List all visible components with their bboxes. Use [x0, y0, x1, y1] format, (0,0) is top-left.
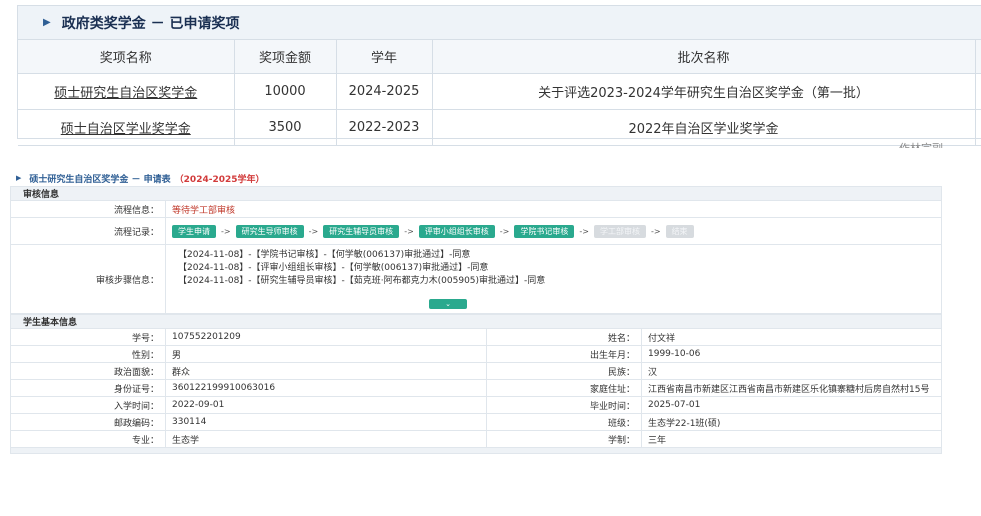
col-header-extra — [974, 40, 981, 74]
award-amount: 10000 — [233, 73, 337, 110]
flow-step: 学生申请 — [172, 224, 216, 238]
flow-info-label: 流程信息： — [11, 201, 166, 217]
corner-text: 作林宗副 — [899, 142, 959, 148]
student-field-value: 付文祥 — [648, 333, 676, 344]
student-field-label: 身份证号： — [11, 380, 166, 396]
student-field-label: 入学时间： — [11, 397, 166, 413]
award-name-cell: 硕士自治区学业奖学金 — [18, 109, 235, 146]
student-field-label: 专业： — [11, 431, 166, 447]
student-field-value: 生态学22-1班(硕) — [648, 418, 721, 429]
student-field-value: 男 — [166, 346, 487, 362]
flow-step: 学工部审核 — [593, 224, 646, 238]
awards-panel-title: 政府类奖学金 － 已申请奖项 — [61, 15, 240, 32]
form-title: 硕士研究生自治区奖学金 － 申请表 — [29, 174, 171, 185]
student-info-row: 邮政编码： 330114 班级： 生态学22-1班(硕) — [10, 414, 942, 431]
flow-arrow: -> — [221, 226, 231, 236]
award-extra — [974, 109, 981, 146]
table-row: 硕士研究生自治区奖学金 10000 2024-2025 关于评选2023-202… — [18, 73, 981, 110]
col-header-batch: 批次名称 — [431, 40, 976, 74]
award-name-link[interactable]: 硕士研究生自治区奖学金 — [54, 86, 197, 101]
review-steps-value: 【2024-11-08】-【学院书记审核】-【何学敏(006137)审批通过】-… — [166, 245, 941, 313]
student-field-label: 家庭住址： — [487, 380, 642, 396]
student-field-label: 学号： — [11, 329, 166, 345]
student-field-value: 生态学 — [166, 431, 487, 447]
award-amount: 3500 — [233, 109, 337, 146]
form-header: ▶ 硕士研究生自治区奖学金 － 申请表 （2024-2025学年） — [10, 170, 942, 186]
awards-panel-header: ▶ 政府类奖学金 － 已申请奖项 — [18, 6, 981, 40]
student-field-value: 汉 — [648, 367, 658, 378]
student-field-value: 2025-07-01 — [648, 400, 701, 410]
student-field-label: 政治面貌： — [11, 363, 166, 379]
review-steps-log: 【2024-11-08】-【学院书记审核】-【何学敏(006137)审批通过】-… — [172, 245, 545, 292]
student-info-row: 学号： 107552201209 姓名： 付文祥 — [10, 329, 942, 346]
award-name-cell: 硕士研究生自治区奖学金 — [18, 73, 235, 110]
student-field-label: 姓名： — [487, 329, 642, 345]
col-header-year: 学年 — [335, 40, 433, 74]
flow-arrow: -> — [308, 226, 319, 236]
student-field-value: 群众 — [166, 363, 487, 379]
flow-record-row: 流程记录： 学生申请 -> 研究生导师审核 -> 研究生辅导员审核 -> 评审小组组长审核 -… — [10, 218, 942, 245]
student-info-row: 政治面貌： 群众 民族： 汉 — [10, 363, 942, 380]
triangle-right-icon: ▶ — [16, 174, 22, 182]
application-form: ▶ 硕士研究生自治区奖学金 － 申请表 （2024-2025学年） 审核信息 流… — [10, 170, 942, 454]
form-year-tag: （2024-2025学年） — [174, 174, 265, 185]
student-field-label: 邮政编码： — [11, 414, 166, 430]
flow-step: 学院书记审核 — [514, 224, 575, 238]
review-steps-row: 审核步骤信息： 【2024-11-08】-【学院书记审核】-【何学敏(00613… — [10, 245, 942, 314]
form-bottom-strip — [10, 448, 942, 454]
awards-table: 奖项名称 奖项金额 学年 批次名称 硕士研究生自治区奖学金 10000 2024… — [18, 40, 981, 146]
triangle-right-icon: ▶ — [43, 17, 51, 28]
award-batch: 关于评选2023-2024学年研究生自治区奖学金（第一批） — [431, 73, 976, 110]
review-section-title: 审核信息 — [10, 186, 942, 201]
col-header-name: 奖项名称 — [18, 40, 235, 74]
student-field-value: 330114 — [166, 414, 487, 430]
flow-step: 结束 — [665, 224, 694, 238]
award-extra — [974, 73, 981, 110]
student-info-row: 性别：男出生年月： 1999-10-06 — [10, 346, 942, 363]
awards-panel: ▶ 政府类奖学金 － 已申请奖项 奖项名称 奖项金额 学年 批次名称 硕士研究生… — [17, 5, 981, 146]
flow-arrow: -> — [499, 226, 510, 236]
list-item: 【2024-11-08】-【评审小组组长审核】-【何学敏(006137)审批通过… — [178, 263, 489, 273]
student-field-value: 2022-09-01 — [166, 397, 487, 413]
student-field-label: 民族： — [487, 363, 642, 379]
flow-record-label: 流程记录： — [11, 218, 166, 244]
flow-info-row: 流程信息： 等待学工部审核 — [10, 201, 942, 218]
student-field-value: 360122199910063016 — [166, 380, 487, 396]
student-field-label: 学制： — [487, 431, 642, 447]
award-batch: 2022年自治区学业奖学金 — [431, 109, 976, 146]
student-info-row: 专业： 生态学 学制： 三年 — [10, 431, 942, 448]
student-field-value: 三年 — [648, 435, 667, 446]
student-field-value: 江西省南昌市新建区江西省南昌市新建区乐化镇寨糖村后房自然村15号 — [648, 384, 930, 395]
list-item: 【2024-11-08】-【研究生辅导员审核】-【茹克班·阿布都克力木(0059… — [178, 276, 546, 286]
student-field-label: 班级： — [487, 414, 642, 430]
award-year: 2024-2025 — [335, 73, 433, 110]
student-field-label: 毕业时间： — [487, 397, 642, 413]
flow-step: 研究生导师审核 — [235, 224, 304, 238]
flow-step: 评审小组组长审核 — [418, 224, 495, 238]
flow-record-value: 学生申请 -> 研究生导师审核 -> 研究生辅导员审核 -> 评审小组组长审核 -> 学院书记审… — [166, 218, 941, 244]
student-field-label: 性别： — [11, 346, 166, 362]
student-field-value: 107552201209 — [166, 329, 487, 345]
chevron-down-icon: ⌄ — [445, 300, 451, 308]
student-info-grid: 学号： 107552201209 姓名： 付文祥性别：男出生年月： 1999-10-06… — [10, 329, 942, 448]
award-year: 2022-2023 — [335, 109, 433, 146]
student-section-title: 学生基本信息 — [10, 314, 942, 329]
list-item: 【2024-11-08】-【学院书记审核】-【何学敏(006137)审批通过】-… — [178, 250, 471, 260]
student-field-label: 出生年月： — [487, 346, 642, 362]
student-info-row: 身份证号： 360122199910063016 家庭住址： 江西省南昌市新建区江西省… — [10, 380, 942, 397]
flow-step: 研究生辅导员审核 — [323, 224, 400, 238]
flow-steps: 学生申请 -> 研究生导师审核 -> 研究生辅导员审核 -> 评审小组组长审核 -> 学院书记审… — [172, 224, 694, 238]
student-field-value: 1999-10-06 — [648, 349, 701, 359]
flow-arrow: -> — [650, 226, 661, 236]
expand-button[interactable]: ⌄ — [429, 299, 467, 309]
table-row: 硕士自治区学业奖学金 3500 2022-2023 2022年自治区学业奖学金 — [18, 109, 981, 146]
col-header-amount: 奖项金额 — [233, 40, 337, 74]
review-steps-label: 审核步骤信息： — [11, 245, 166, 313]
award-name-link[interactable]: 硕士自治区学业奖学金 — [61, 122, 191, 137]
flow-arrow: -> — [404, 226, 414, 236]
flow-arrow: -> — [579, 226, 589, 236]
student-info-row: 入学时间： 2022-09-01 毕业时间： 2025-07-01 — [10, 397, 942, 414]
awards-table-header: 奖项名称 奖项金额 学年 批次名称 — [18, 40, 981, 74]
flow-info-value: 等待学工部审核 — [172, 205, 236, 216]
